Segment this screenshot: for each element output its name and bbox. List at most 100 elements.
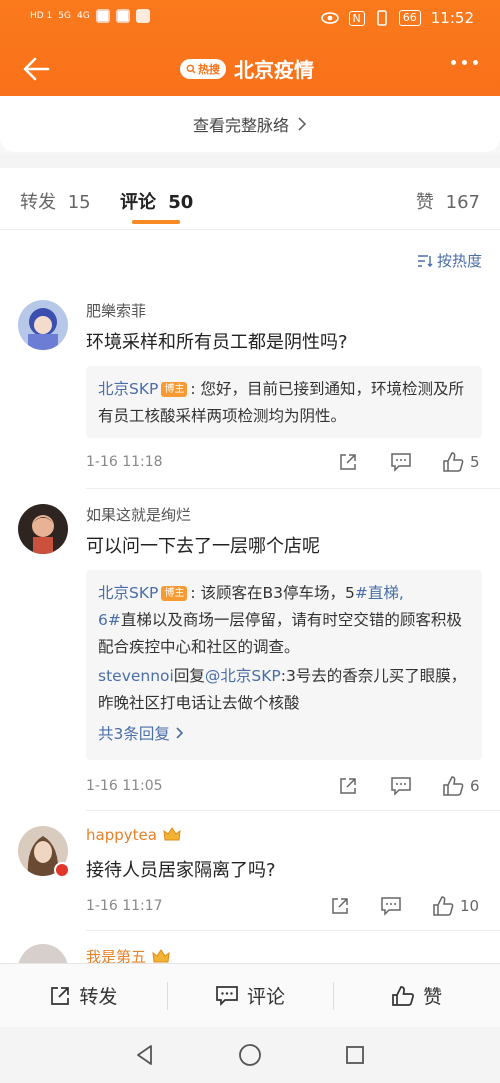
comment-time: 1-16 11:18 <box>86 454 163 470</box>
more-replies-label: 共3条回复 <box>98 725 170 743</box>
page-title: 北京疫情 <box>234 58 314 82</box>
repost-icon <box>51 986 70 1005</box>
app-notification-icon-2 <box>135 9 150 23</box>
reply-comment-button[interactable] <box>390 452 412 472</box>
tab-comments[interactable]: 评论 50 <box>120 188 193 214</box>
share-comment-button[interactable] <box>330 896 350 916</box>
thumbs-up-icon <box>392 985 415 1006</box>
comment-text: 可以问一下去了一层哪个店呢 <box>86 536 320 557</box>
mention-link[interactable]: @北京SKP <box>205 667 281 685</box>
avatar[interactable] <box>18 504 68 554</box>
comment-username[interactable]: 肥樂索菲 <box>86 300 146 321</box>
repost-label: 转发 <box>79 986 118 1008</box>
comment-text: 环境采样和所有员工都是阴性吗? <box>86 332 348 353</box>
divider <box>86 488 500 489</box>
share-comment-button[interactable] <box>338 776 358 796</box>
comment-time: 1-16 11:05 <box>86 778 163 794</box>
hashtag-link-2[interactable]: 6# <box>98 611 121 629</box>
reply-comment-button[interactable] <box>390 776 412 796</box>
tab-repost-count: 15 <box>67 192 91 213</box>
hot-search-badge: 热搜 <box>180 58 226 79</box>
user-reply: stevennoi回复@北京SKP:3号去的香奈儿买了眼膜，昨晚社区打电话让去做… <box>98 663 470 717</box>
like-comment-button[interactable]: 6 <box>442 776 480 796</box>
comment-text: 接待人员居家隔离了吗? <box>86 860 276 881</box>
comment-icon <box>216 985 238 1006</box>
nav-home-icon[interactable] <box>238 1043 262 1067</box>
eye-icon <box>320 12 339 24</box>
view-more-replies[interactable]: 共3条回复 <box>98 721 470 748</box>
like-count: 10 <box>460 897 480 915</box>
nfc-icon: N <box>348 10 365 26</box>
reply-author[interactable]: 北京SKP <box>98 584 158 602</box>
share-icon <box>340 454 356 470</box>
tab-likes-count: 167 <box>445 192 480 213</box>
comment-username: 我是第五 <box>86 948 147 963</box>
sim1-label: HD 1 <box>30 11 53 21</box>
bottom-action-bar: 转发 评论 赞 <box>0 963 500 1027</box>
like-comment-button[interactable]: 10 <box>432 896 479 916</box>
comment-icon <box>391 777 411 796</box>
reply-comment-button[interactable] <box>380 896 402 916</box>
comment-username: happytea <box>86 826 157 844</box>
avatar[interactable] <box>18 944 68 963</box>
notification-icon <box>95 9 110 23</box>
tab-comments-count: 50 <box>168 192 194 213</box>
context-section: 查看完整脉络 <box>0 96 500 154</box>
like-button[interactable]: 赞 <box>333 964 500 1027</box>
section-divider <box>0 154 500 168</box>
reply-text: : 该顾客在B3停车场，5 <box>190 584 355 602</box>
blogger-reply: 北京SKP 博主: 该顾客在B3停车场，5#直梯, 6#直梯以及商场一层停留，请有时… <box>98 580 470 661</box>
comment-username-row[interactable]: happytea <box>86 826 181 844</box>
share-icon <box>332 898 348 914</box>
reply-verb: 回复 <box>173 667 205 685</box>
sort-label: 按热度 <box>436 252 482 270</box>
comment-label: 评论 <box>247 986 286 1008</box>
status-bar: HD 1 5G 4G N 66 11:52 <box>0 0 500 38</box>
reply-author[interactable]: 北京SKP <box>98 380 158 398</box>
crown-icon <box>163 827 181 841</box>
avatar[interactable] <box>18 300 68 350</box>
hashtag-link[interactable]: #直梯, <box>355 584 404 602</box>
share-comment-button[interactable] <box>338 452 358 472</box>
like-comment-button[interactable]: 5 <box>442 452 480 472</box>
thumbs-up-icon <box>443 776 464 796</box>
comment-item: 我是第五 <box>0 940 500 963</box>
comment-username-row[interactable]: 我是第五 <box>86 946 170 963</box>
nav-back-icon[interactable] <box>134 1044 156 1066</box>
blogger-reply[interactable]: 北京SKP 博主: 您好，目前已接到通知，环境检测及所有员工核酸采样两项检测均为阴… <box>86 366 482 438</box>
app-header: HD 1 5G 4G N 66 11:52 热搜 北京疫情 <box>0 0 500 100</box>
more-options-icon[interactable] <box>451 60 478 65</box>
comment-icon <box>381 897 401 916</box>
chevron-right-icon <box>298 117 307 131</box>
comment-time: 1-16 11:17 <box>86 898 163 914</box>
tab-bar: 转发 15 评论 50 赞 167 <box>0 168 500 230</box>
divider <box>86 810 500 811</box>
blogger-badge: 博主 <box>161 586 188 601</box>
clock: 11:52 <box>430 9 474 27</box>
comment-button[interactable]: 评论 <box>166 964 334 1027</box>
network-4g: 4G <box>77 11 90 21</box>
topic-title[interactable]: 热搜 北京疫情 <box>180 54 314 83</box>
comment-username[interactable]: 如果这就是绚烂 <box>86 504 191 525</box>
thumbs-up-icon <box>443 452 464 472</box>
reply-thread[interactable]: 北京SKP 博主: 该顾客在B3停车场，5#直梯, 6#直梯以及商场一层停留，请有时… <box>86 570 482 760</box>
sort-toggle[interactable]: 按热度 <box>417 250 482 271</box>
share-icon <box>340 778 356 794</box>
repost-button[interactable]: 转发 <box>0 964 167 1027</box>
reply-user[interactable]: stevennoi <box>98 667 174 685</box>
divider <box>86 930 500 931</box>
tab-likes[interactable]: 赞 167 <box>416 188 480 214</box>
back-arrow-icon[interactable] <box>20 52 54 86</box>
chevron-right-icon <box>176 727 183 739</box>
like-count: 6 <box>470 777 480 795</box>
battery-indicator: 66 <box>398 10 421 26</box>
thumbs-up-icon <box>433 896 454 916</box>
tab-repost[interactable]: 转发 15 <box>20 188 91 214</box>
blogger-badge: 博主 <box>161 382 188 397</box>
hot-badge-label: 热搜 <box>198 62 220 76</box>
reply-text-continued: 直梯以及商场一层停留，请有时空交错的顾客积极配合疾控中心和社区的调查。 <box>98 611 462 656</box>
nav-recents-icon[interactable] <box>344 1044 366 1066</box>
active-tab-indicator <box>132 220 180 224</box>
search-icon <box>186 64 196 73</box>
full-context-link[interactable]: 查看完整脉络 <box>0 96 500 152</box>
